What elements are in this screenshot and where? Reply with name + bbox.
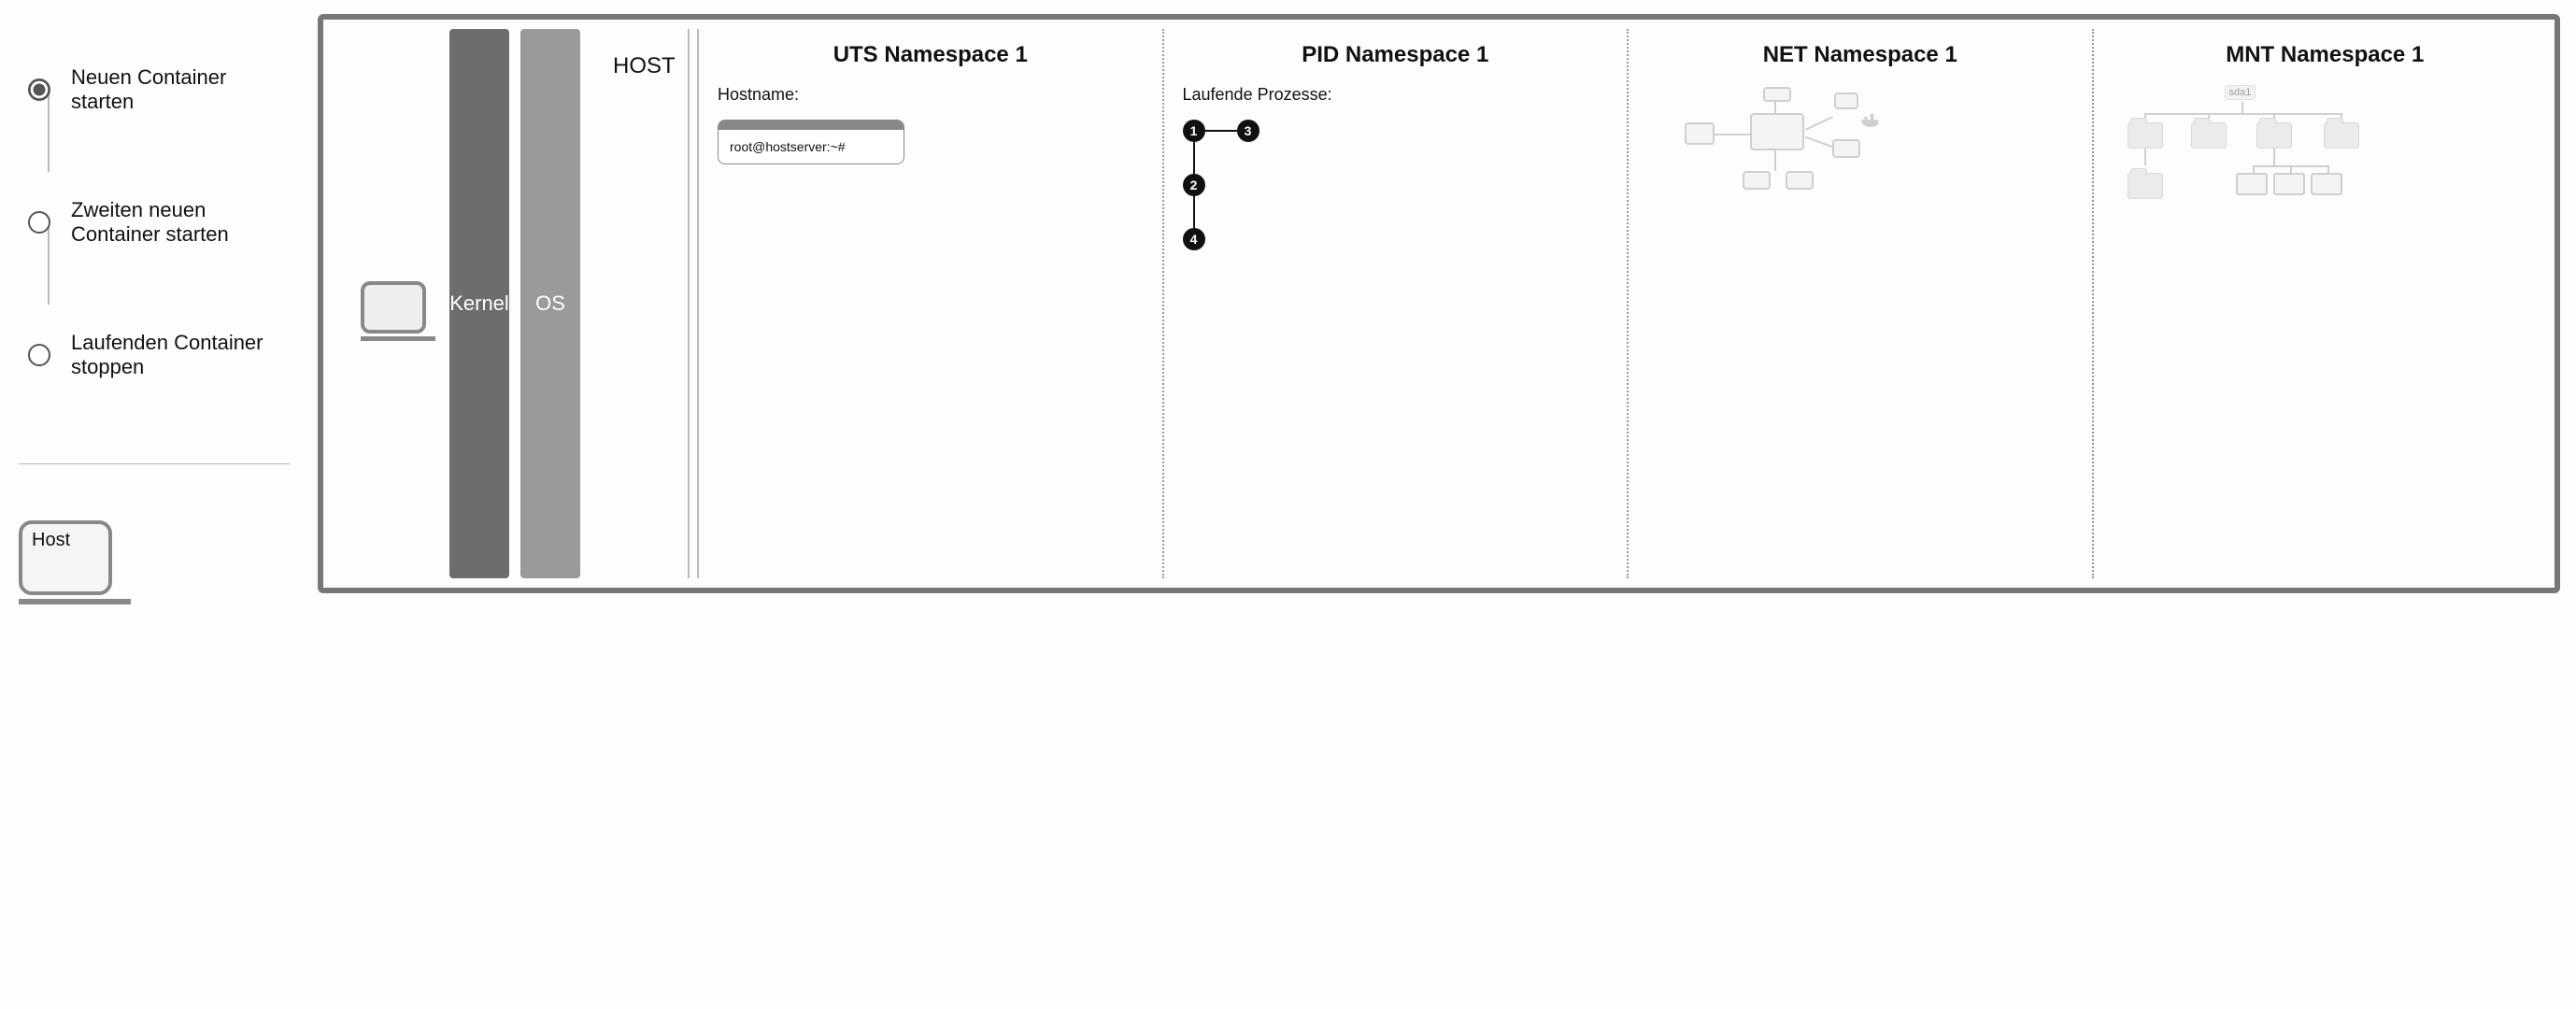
process-node: 4 bbox=[1183, 228, 1205, 250]
host-monitor-icon bbox=[361, 281, 435, 341]
radio-icon bbox=[28, 211, 50, 234]
kernel-bar: Kernel bbox=[449, 29, 509, 578]
pid-namespace-column: PID Namespace 1 Laufende Prozesse: 1 3 2… bbox=[1174, 29, 1618, 578]
terminal-titlebar-icon bbox=[719, 121, 904, 130]
step-label: Zweiten neuen Container starten bbox=[71, 198, 290, 247]
radio-icon bbox=[28, 78, 50, 101]
connector-line bbox=[48, 88, 50, 172]
os-label: OS bbox=[535, 291, 565, 316]
net-namespace-column: NET Namespace 1 bbox=[1638, 29, 2083, 578]
pid-subtitle: Laufende Prozesse: bbox=[1183, 85, 1609, 105]
monitor-icon: Host bbox=[19, 520, 112, 595]
step-start-container[interactable]: Neuen Container starten bbox=[28, 65, 290, 114]
tree-line bbox=[1193, 196, 1195, 228]
docker-whale-icon bbox=[1858, 107, 1885, 128]
column-separator bbox=[1162, 29, 1164, 578]
monitor-base-icon bbox=[19, 599, 131, 604]
network-diagram-icon bbox=[1685, 85, 2073, 206]
tree-line bbox=[1205, 130, 1237, 132]
process-node: 2 bbox=[1183, 174, 1205, 196]
kernel-label: Kernel bbox=[449, 291, 509, 316]
sidebar: Neuen Container starten Zweiten neuen Co… bbox=[0, 0, 308, 1009]
radio-icon bbox=[28, 344, 50, 366]
uts-title: UTS Namespace 1 bbox=[718, 42, 1144, 68]
column-separator bbox=[1627, 29, 1629, 578]
process-node: 3 bbox=[1237, 120, 1260, 142]
pid-title: PID Namespace 1 bbox=[1183, 42, 1609, 68]
terminal-box: root@hostserver:~# bbox=[718, 120, 904, 164]
step-label: Laufenden Container stoppen bbox=[71, 331, 290, 379]
uts-subtitle: Hostname: bbox=[718, 85, 1144, 105]
mnt-namespace-column: MNT Namespace 1 sda1 bbox=[2103, 29, 2548, 578]
tree-line bbox=[1193, 142, 1195, 174]
step-start-second-container[interactable]: Zweiten neuen Container starten bbox=[28, 198, 290, 247]
column-separator bbox=[688, 29, 699, 578]
mnt-title: MNT Namespace 1 bbox=[2113, 42, 2539, 68]
host-legend-label: Host bbox=[32, 530, 70, 551]
terminal-prompt: root@hostserver:~# bbox=[719, 130, 904, 163]
column-separator bbox=[2092, 29, 2094, 578]
net-title: NET Namespace 1 bbox=[1647, 42, 2073, 68]
step-label: Neuen Container starten bbox=[71, 65, 290, 114]
host-legend: Host bbox=[19, 520, 131, 604]
namespace-diagram: Kernel OS HOST UTS Namespace 1 Hostname:… bbox=[318, 14, 2560, 593]
connector-line bbox=[48, 220, 50, 305]
filesystem-tree-icon: sda1 bbox=[2131, 85, 2539, 206]
host-column: Kernel OS HOST bbox=[361, 29, 678, 578]
sidebar-divider bbox=[19, 463, 290, 464]
os-bar: OS bbox=[520, 29, 580, 578]
step-list: Neuen Container starten Zweiten neuen Co… bbox=[19, 65, 290, 379]
process-node: 1 bbox=[1183, 120, 1205, 142]
host-title: HOST bbox=[613, 53, 676, 79]
mnt-root-label: sda1 bbox=[2225, 85, 2256, 100]
uts-namespace-column: UTS Namespace 1 Hostname: root@hostserve… bbox=[708, 29, 1153, 578]
process-tree: 1 3 2 4 bbox=[1183, 120, 1609, 306]
step-stop-container[interactable]: Laufenden Container stoppen bbox=[28, 331, 290, 379]
